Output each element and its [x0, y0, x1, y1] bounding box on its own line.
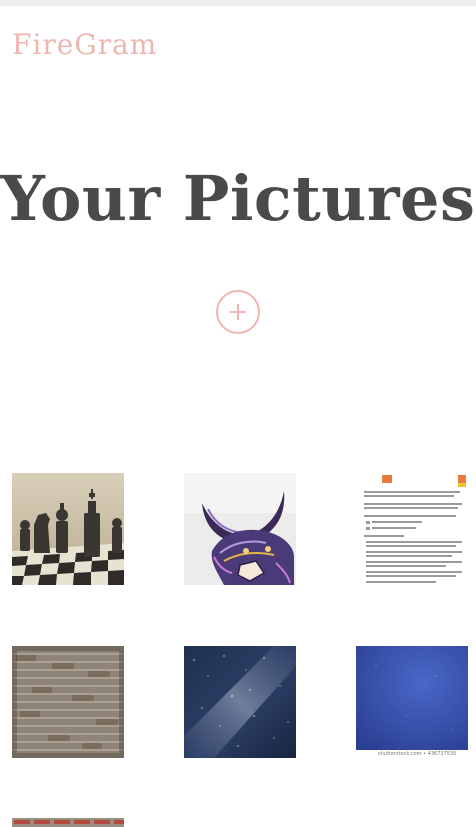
ornament-image: [184, 473, 296, 585]
gallery-image-ornament[interactable]: [184, 473, 296, 585]
gallery-image-blue-sky[interactable]: [356, 646, 468, 750]
document-image: [356, 473, 468, 585]
galaxy-image: [184, 646, 296, 758]
add-picture-button[interactable]: [216, 290, 260, 334]
brand-logo[interactable]: FireGram: [12, 28, 157, 61]
chess-image: [12, 473, 124, 585]
top-strip: [0, 0, 476, 6]
gallery-image-chess[interactable]: [12, 473, 124, 585]
gallery-image-brick[interactable]: [12, 646, 124, 758]
gallery-image-document[interactable]: [356, 473, 468, 585]
page-title: Your Pictures: [0, 162, 476, 235]
gallery-image-partial[interactable]: [12, 818, 124, 827]
gallery-image-galaxy[interactable]: [184, 646, 296, 758]
plus-icon: [230, 304, 246, 320]
partial-brick-image: [12, 818, 124, 827]
brick-image: [12, 646, 124, 758]
blue-sky-image: [356, 646, 468, 750]
image-caption: shutterstock.com • 436737535: [378, 751, 457, 757]
